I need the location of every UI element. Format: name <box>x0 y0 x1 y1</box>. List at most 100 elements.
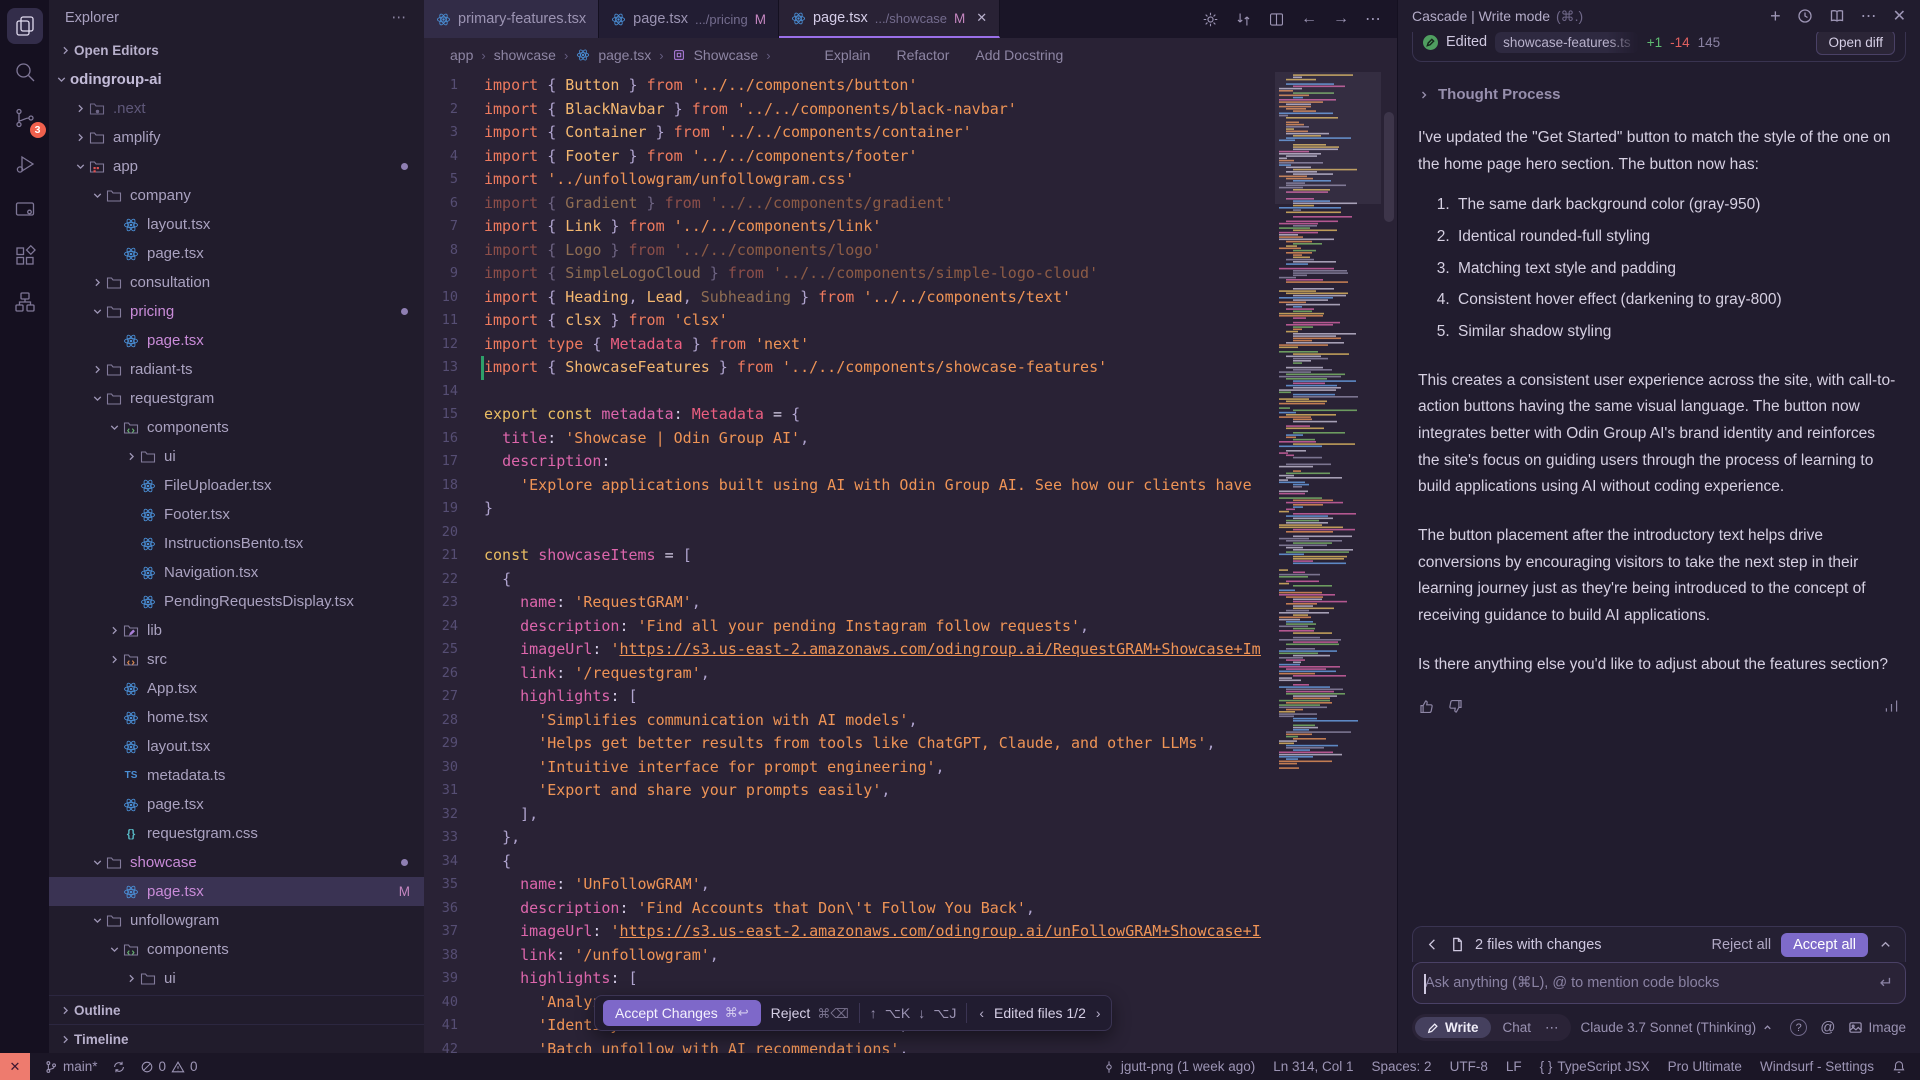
collapse-chevron-icon[interactable] <box>1878 937 1893 952</box>
tree-folder-components[interactable]: components <box>49 935 424 964</box>
thought-process-toggle[interactable]: Thought Process <box>1418 86 1900 103</box>
tree-file-PendingRequestsDisplay.tsx[interactable]: PendingRequestsDisplay.tsx <box>49 587 424 616</box>
mention-icon[interactable]: @ <box>1820 1019 1835 1036</box>
stats-icon[interactable] <box>1883 698 1900 715</box>
git-branch-item[interactable]: main* <box>44 1059 98 1074</box>
chat-mode-toggle[interactable]: Chat <box>1495 1017 1540 1038</box>
explorer-icon[interactable] <box>7 8 43 44</box>
tree-file-layout.tsx[interactable]: layout.tsx <box>49 210 424 239</box>
remote-indicator[interactable]: ✕ <box>0 1053 30 1080</box>
thumbs-up-icon[interactable] <box>1418 698 1435 715</box>
tree-folder-src[interactable]: src <box>49 645 424 674</box>
tree-folder-ui[interactable]: ui <box>49 964 424 993</box>
breadcrumb-showcase[interactable]: showcase <box>494 47 556 63</box>
prev-file-chevron[interactable]: ‹ <box>977 1005 986 1021</box>
navigate-forward-icon[interactable]: → <box>1333 10 1349 28</box>
plan-badge[interactable]: Pro Ultimate <box>1668 1059 1742 1074</box>
tree-root-folder[interactable]: odingroup-ai <box>49 65 424 94</box>
timeline-section[interactable]: Timeline <box>49 1024 424 1053</box>
search-icon[interactable] <box>7 54 43 90</box>
mode-more-icon[interactable]: ⋯ <box>1543 1020 1568 1036</box>
tab-page-showcase[interactable]: page.tsx .../showcase M ✕ <box>779 0 1000 38</box>
tree-folder-amplify[interactable]: amplify <box>49 123 424 152</box>
editor-settings-icon[interactable] <box>1202 11 1219 28</box>
encoding[interactable]: UTF-8 <box>1450 1059 1488 1074</box>
close-panel-icon[interactable]: ✕ <box>1893 6 1906 26</box>
new-conversation-icon[interactable]: + <box>1770 6 1781 27</box>
remote-preview-icon[interactable] <box>7 192 43 228</box>
notifications-bell-icon[interactable] <box>1892 1060 1906 1074</box>
navigate-back-icon[interactable]: ← <box>1301 10 1317 28</box>
attach-image-button[interactable]: Image <box>1848 1020 1906 1035</box>
breadcrumb-symbol[interactable]: Showcase <box>694 47 759 63</box>
model-selector[interactable]: Claude 3.7 Sonnet (Thinking) <box>1581 1020 1774 1035</box>
eol[interactable]: LF <box>1506 1059 1522 1074</box>
cursor-position[interactable]: Ln 314, Col 1 <box>1273 1059 1353 1074</box>
compare-changes-icon[interactable] <box>1235 11 1252 28</box>
docs-icon[interactable] <box>1829 8 1845 24</box>
breadcrumb-app[interactable]: app <box>450 47 473 63</box>
next-file-chevron[interactable]: › <box>1094 1005 1103 1021</box>
minimap[interactable] <box>1275 72 1381 1053</box>
refactor-action[interactable]: Refactor <box>896 47 949 63</box>
tree-folder-radiant-ts[interactable]: radiant-ts <box>49 355 424 384</box>
thumbs-down-icon[interactable] <box>1447 698 1464 715</box>
blame-item[interactable]: jgutt-png (1 week ago) <box>1102 1059 1255 1074</box>
editor-scrollbar[interactable] <box>1384 112 1394 222</box>
tree-file-home.tsx[interactable]: home.tsx <box>49 703 424 732</box>
tree-file-layout.tsx[interactable]: layout.tsx <box>49 732 424 761</box>
prev-change-arrow[interactable]: ↑ <box>870 1005 877 1021</box>
source-control-icon[interactable]: 3 <box>7 100 43 136</box>
hierarchy-icon[interactable] <box>7 284 43 320</box>
split-editor-icon[interactable] <box>1268 11 1285 28</box>
help-icon[interactable]: ? <box>1790 1019 1807 1036</box>
tree-folder-unfollowgram[interactable]: unfollowgram <box>49 906 424 935</box>
tree-folder-components[interactable]: components <box>49 413 424 442</box>
tree-folder-ui[interactable]: ui <box>49 442 424 471</box>
code-editor[interactable]: 1import { Button } from '../../component… <box>424 74 1261 1053</box>
minimap-slider[interactable] <box>1275 72 1381 204</box>
language-mode[interactable]: { } TypeScript JSX <box>1540 1059 1650 1074</box>
tree-file-Navigation.tsx[interactable]: Navigation.tsx <box>49 558 424 587</box>
tree-file-metadata.ts[interactable]: TSmetadata.ts <box>49 761 424 790</box>
tree-folder-lib[interactable]: lib <box>49 616 424 645</box>
tree-file-page.tsx[interactable]: page.tsx <box>49 239 424 268</box>
tree-file-requestgram.css[interactable]: {}requestgram.css <box>49 819 424 848</box>
breadcrumb-file[interactable]: page.tsx <box>598 47 651 63</box>
chat-input[interactable] <box>1425 975 1880 991</box>
tree-folder-consultation[interactable]: consultation <box>49 268 424 297</box>
tree-folder-.next[interactable]: .next <box>49 94 424 123</box>
history-icon[interactable] <box>1797 8 1813 24</box>
send-enter-icon[interactable]: ↵ <box>1880 973 1893 993</box>
indentation[interactable]: Spaces: 2 <box>1372 1059 1432 1074</box>
reject-all-button[interactable]: Reject all <box>1711 937 1771 953</box>
next-change-arrow[interactable]: ↓ <box>918 1005 925 1021</box>
open-editors-section[interactable]: Open Editors <box>49 36 424 65</box>
tree-folder-showcase[interactable]: showcase <box>49 848 424 877</box>
tree-folder-app[interactable]: app <box>49 152 424 181</box>
back-arrow-icon[interactable] <box>1425 937 1440 952</box>
accept-all-button[interactable]: Accept all <box>1781 933 1868 957</box>
explain-action[interactable]: Explain <box>825 47 871 63</box>
tree-file-App.tsx[interactable]: App.tsx <box>49 674 424 703</box>
extensions-icon[interactable] <box>7 238 43 274</box>
accept-changes-button[interactable]: Accept Changes⌘↩ <box>603 1000 761 1026</box>
editor-more-icon[interactable]: ⋯ <box>1365 9 1381 29</box>
outline-section[interactable]: Outline <box>49 995 424 1024</box>
sync-button[interactable] <box>112 1060 126 1074</box>
tab-primary-features[interactable]: primary-features.tsx <box>424 0 599 38</box>
edited-file-chip[interactable]: showcase-features.ts <box>1495 32 1639 53</box>
add-docstring-action[interactable]: Add Docstring <box>975 47 1063 63</box>
tree-folder-requestgram[interactable]: requestgram <box>49 384 424 413</box>
run-debug-icon[interactable] <box>7 146 43 182</box>
close-tab-icon[interactable]: ✕ <box>976 10 987 26</box>
tree-file-Footer.tsx[interactable]: Footer.tsx <box>49 500 424 529</box>
tree-file-InstructionsBento.tsx[interactable]: InstructionsBento.tsx <box>49 529 424 558</box>
tab-page-pricing[interactable]: page.tsx .../pricing M <box>599 0 779 38</box>
open-diff-button[interactable]: Open diff <box>1816 32 1895 55</box>
app-settings[interactable]: Windsurf - Settings <box>1760 1059 1874 1074</box>
tree-file-page.tsx[interactable]: page.tsx <box>49 790 424 819</box>
tree-file-page.tsx[interactable]: page.tsx <box>49 326 424 355</box>
tree-file-page.tsx[interactable]: page.tsxM <box>49 877 424 906</box>
tree-folder-company[interactable]: company <box>49 181 424 210</box>
